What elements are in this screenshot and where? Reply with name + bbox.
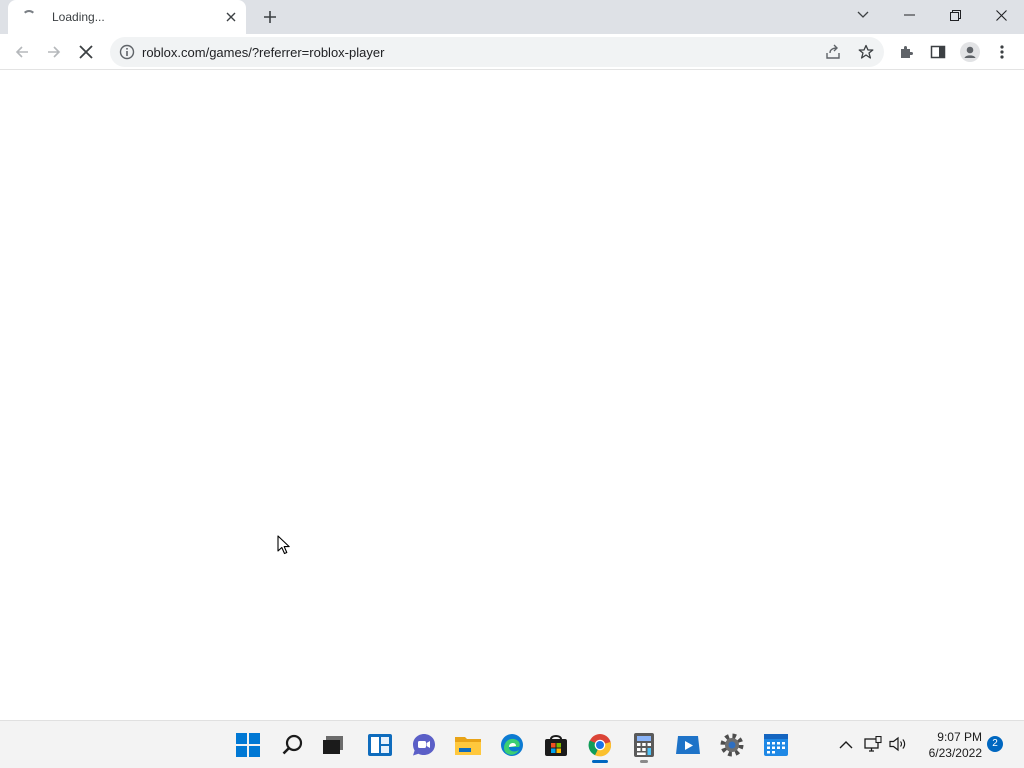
clock-time: 9:07 PM [937,730,982,744]
forward-button[interactable] [40,38,68,66]
show-hidden-icons-chevron-icon[interactable] [835,733,857,755]
network-icon[interactable] [862,733,884,755]
loading-spinner-icon [22,10,36,24]
windows-start-icon[interactable] [232,729,264,761]
address-bar[interactable]: roblox.com/games/?referrer=roblox-player [110,37,884,67]
task-view-icon[interactable] [318,729,350,761]
back-button[interactable] [8,38,36,66]
tab-strip: Loading... [0,0,1024,34]
site-info-icon[interactable] [119,44,135,60]
share-icon[interactable] [822,41,844,63]
settings-icon[interactable] [716,729,748,761]
tab-close-icon[interactable] [222,8,240,26]
stop-loading-button[interactable] [72,38,100,66]
profile-avatar-icon[interactable] [956,38,984,66]
calendar-icon[interactable] [760,729,792,761]
store-icon[interactable] [540,729,572,761]
minimize-button[interactable] [886,0,932,30]
chrome-menu-icon[interactable] [988,38,1016,66]
side-panel-icon[interactable] [924,38,952,66]
browser-toolbar: roblox.com/games/?referrer=roblox-player [0,34,1024,70]
media-player-icon[interactable] [672,729,704,761]
tab-title: Loading... [52,10,105,24]
clock-date: 6/23/2022 [928,746,982,760]
chat-icon[interactable] [408,729,440,761]
bookmark-star-icon[interactable] [855,41,877,63]
search-icon[interactable] [277,729,309,761]
chrome-active-indicator [592,760,608,763]
close-window-button[interactable] [978,0,1024,30]
mouse-cursor-icon [277,535,291,555]
restore-button[interactable] [932,0,978,30]
edge-icon[interactable] [496,729,528,761]
browser-tab[interactable]: Loading... [8,0,246,34]
calculator-running-indicator [640,760,648,763]
notification-count-badge[interactable]: 2 [987,736,1003,752]
volume-icon[interactable] [887,733,909,755]
taskbar: 9:07 PM 6/23/2022 [0,720,1024,768]
new-tab-button[interactable] [259,6,281,28]
widgets-icon[interactable] [364,729,396,761]
folder-icon[interactable] [452,729,484,761]
page-content [0,71,1024,720]
chrome-icon[interactable] [584,729,616,761]
address-bar-url[interactable]: roblox.com/games/?referrer=roblox-player [142,45,384,60]
extensions-icon[interactable] [892,38,920,66]
taskbar-clock[interactable]: 9:07 PM 6/23/2022 [914,729,982,761]
tab-search-button[interactable] [840,0,886,30]
calculator-icon[interactable] [628,729,660,761]
